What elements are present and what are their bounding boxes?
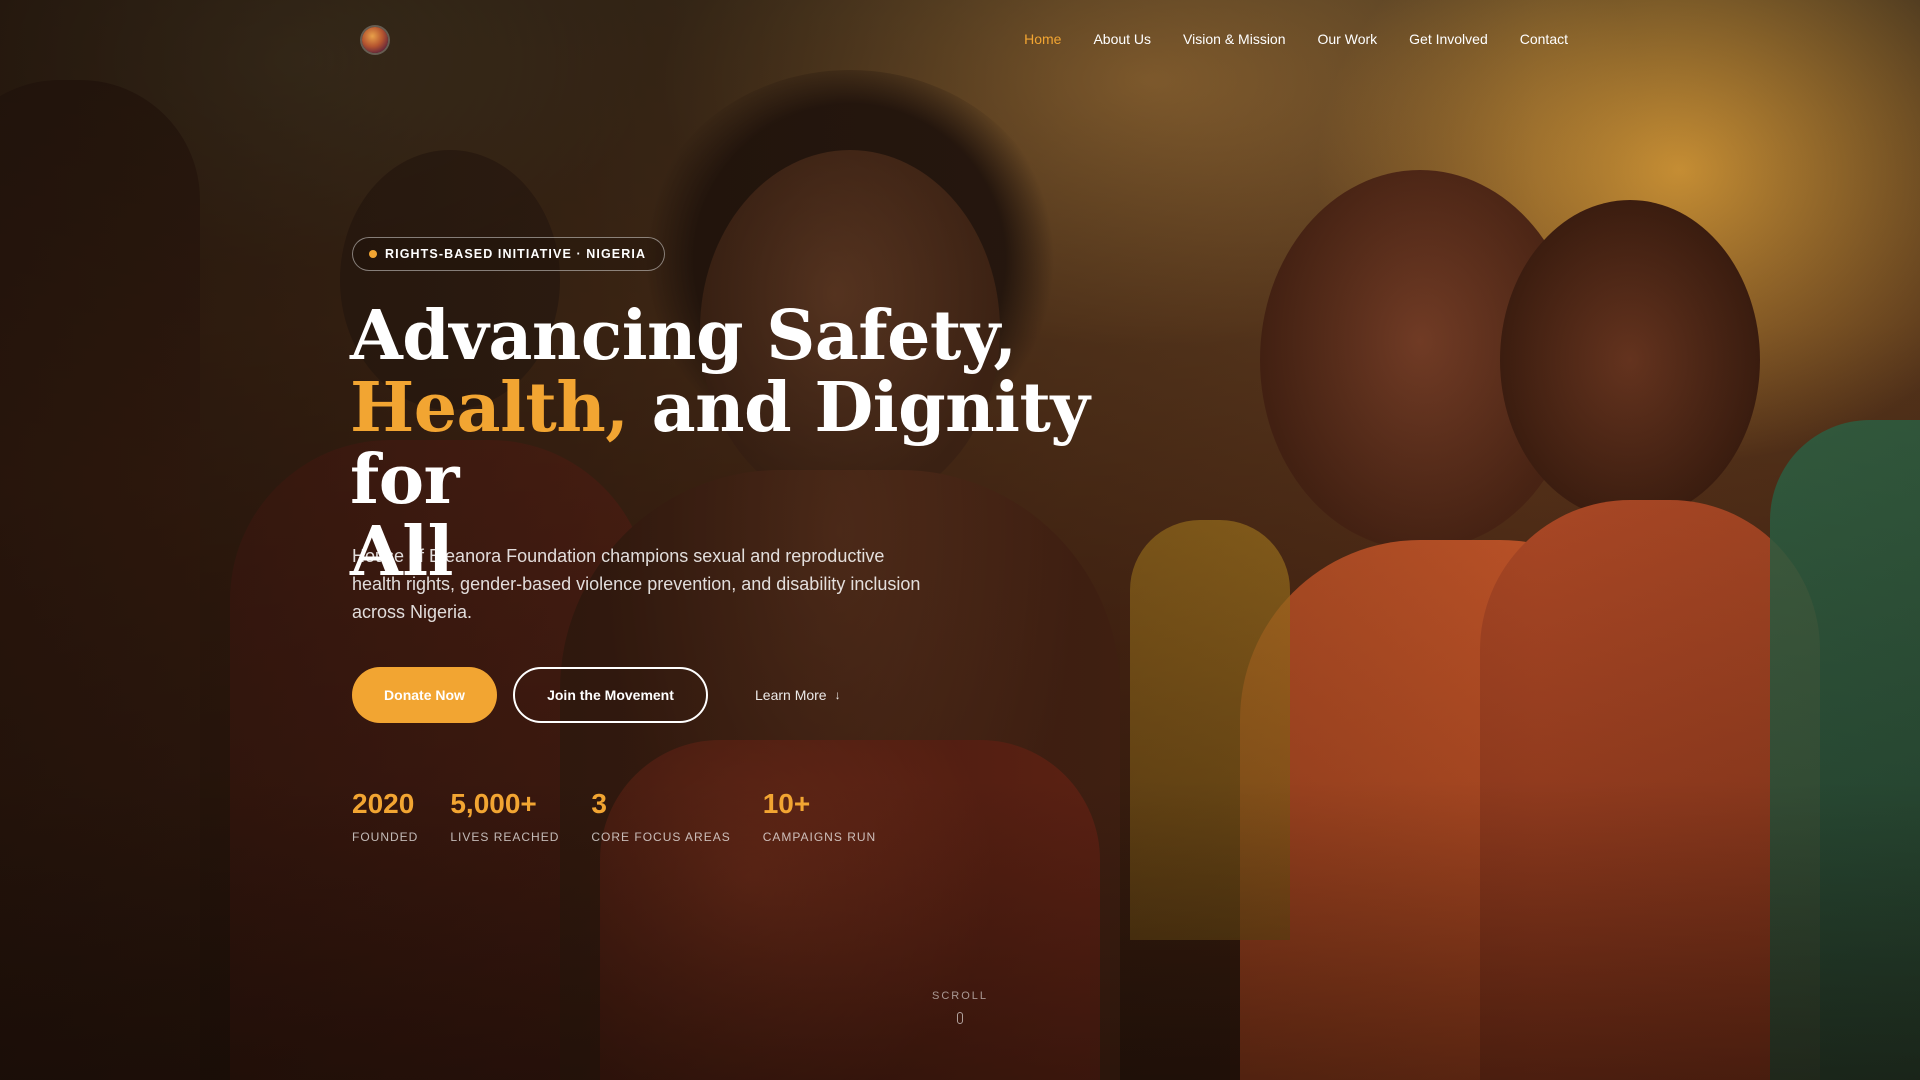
nav-link-about-us[interactable]: About Us: [1093, 31, 1151, 47]
nav-link-contact[interactable]: Contact: [1520, 31, 1568, 47]
headline-accent: Health,: [350, 368, 629, 448]
hero-subtitle: House of Eleanora Foundation champions s…: [352, 546, 921, 622]
hero-bottom-fade: [0, 780, 1920, 1080]
scroll-indicator[interactable]: SCROLL: [932, 990, 988, 1024]
nav-links: Home About Us Vision & Mission Our Work …: [1024, 31, 1568, 49]
headline-line-1: Advancing Safety,: [350, 296, 1017, 376]
scroll-label: SCROLL: [931, 990, 989, 1002]
top-navigation: Home About Us Vision & Mission Our Work …: [0, 0, 1920, 80]
nav-link-get-involved[interactable]: Get Involved: [1409, 31, 1488, 47]
nav-link-home[interactable]: Home: [1024, 31, 1061, 47]
mouse-icon: [957, 1012, 963, 1024]
stat-item: 2020 FOUNDED: [352, 788, 418, 844]
stat-label-lives-reached: LIVES REACHED: [450, 830, 560, 844]
donate-button[interactable]: Donate Now: [352, 667, 497, 723]
learn-more-label: Learn More: [755, 687, 827, 703]
hero-stats: 2020 FOUNDED 5,000+ LIVES REACHED 3 CORE…: [352, 788, 876, 844]
stat-item: 10+ CAMPAIGNS RUN: [763, 788, 876, 844]
nav-item-get-involved: Get Involved: [1409, 31, 1488, 49]
nav-link-vision-mission[interactable]: Vision & Mission: [1183, 31, 1285, 47]
nav-item-contact: Contact: [1520, 31, 1568, 49]
nav-link-our-work[interactable]: Our Work: [1318, 31, 1378, 47]
stat-value-lives-reached: 5,000+: [450, 788, 537, 819]
stat-label-founded: FOUNDED: [352, 830, 419, 844]
nav-item-about-us: About Us: [1093, 31, 1151, 49]
stat-value-focus-areas: 3: [591, 788, 607, 819]
nav-item-home: Home: [1024, 31, 1061, 49]
stat-value-campaigns: 10+: [762, 788, 811, 819]
badge-dot-icon: [369, 250, 377, 258]
learn-more-link[interactable]: Learn More ↓: [755, 667, 841, 723]
stat-label-focus-areas: CORE FOCUS AREAS: [591, 830, 731, 844]
stat-value-founded: 2020: [352, 788, 415, 819]
nav-item-our-work: Our Work: [1318, 31, 1378, 49]
house-of-eleanora-logo[interactable]: [362, 27, 388, 53]
arrow-down-icon: ↓: [834, 688, 841, 702]
stat-label-campaigns: CAMPAIGNS RUN: [762, 830, 877, 844]
badge-label: RIGHTS-BASED INITIATIVE · NIGERIA: [385, 247, 647, 261]
initiative-badge: RIGHTS-BASED INITIATIVE · NIGERIA: [352, 237, 666, 271]
join-movement-button[interactable]: Join the Movement: [513, 667, 708, 723]
nav-item-vision-mission: Vision & Mission: [1183, 31, 1285, 49]
stat-item: 3 CORE FOCUS AREAS: [591, 788, 730, 844]
stat-item: 5,000+ LIVES REACHED: [450, 788, 559, 844]
